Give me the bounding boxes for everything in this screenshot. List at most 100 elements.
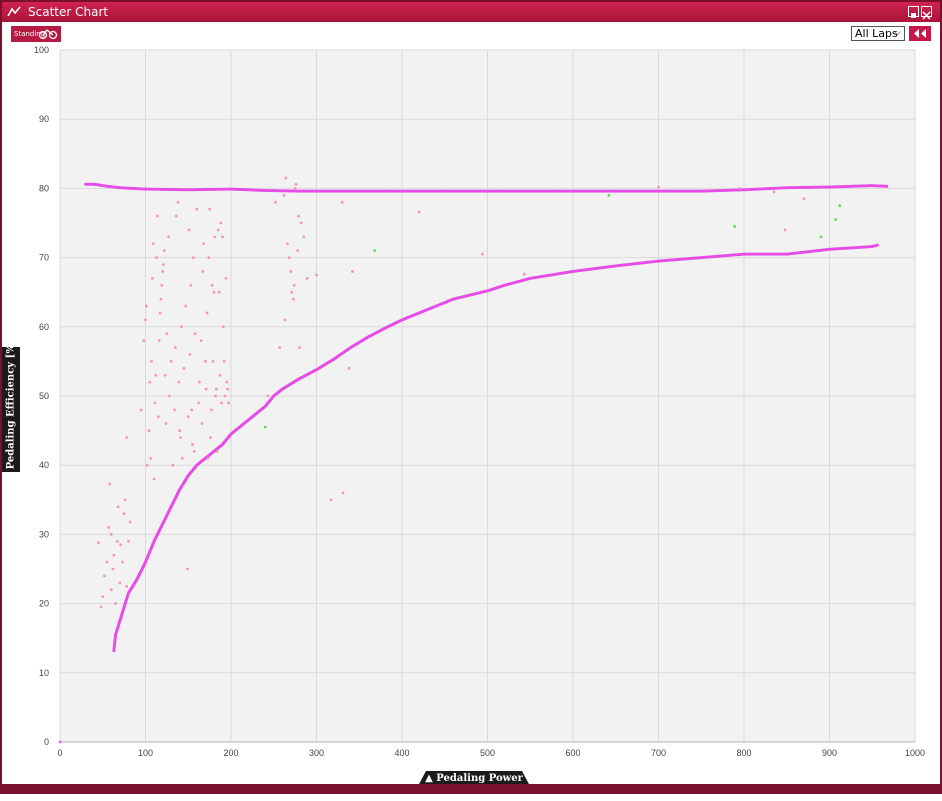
data-point [305,276,309,280]
data-point [219,221,223,225]
data-point [115,539,119,543]
data-point [223,394,227,398]
data-point [103,574,106,578]
x-tick-label: 800 [736,748,751,758]
data-point [293,187,297,190]
data-point [163,373,167,377]
data-point [156,415,160,419]
data-point [180,456,184,460]
data-point [289,270,293,273]
data-point [118,581,122,585]
data-point [139,408,143,412]
data-point [292,297,295,301]
data-point [298,346,301,349]
data-point [217,290,221,294]
data-point [162,249,166,253]
data-point [274,200,277,204]
data-point [266,394,270,398]
data-point [417,210,421,214]
data-point [211,360,215,363]
data-point [112,553,116,557]
data-point [227,401,230,405]
data-point [212,290,216,294]
data-point [203,360,207,363]
data-point [145,463,149,467]
data-point [329,498,333,502]
data-point [109,533,113,536]
data-point [607,193,611,197]
y-tick-label: 0 [44,737,49,747]
data-point [213,235,217,239]
data-point [116,505,120,509]
y-axis-metric-selector[interactable]: ▼ Pedaling Efficiency [%] [2,339,20,480]
data-point [210,283,214,287]
data-point [224,276,228,280]
y-tick-label: 30 [39,529,49,539]
data-point [184,304,188,308]
data-point [802,197,806,201]
data-point [169,360,173,363]
y-axis-label: ▼ Pedaling Efficiency [%] [5,338,17,481]
data-point [199,339,203,343]
data-point [885,184,889,188]
data-point [214,394,218,398]
data-point [191,443,194,446]
data-point [111,567,115,571]
data-point [292,283,296,287]
data-point [209,408,213,412]
data-point [294,182,298,186]
data-point [351,270,354,273]
data-point [290,290,294,294]
data-point [167,235,170,239]
data-point [168,394,171,398]
data-point [201,270,205,273]
data-point [221,325,225,329]
data-point [160,283,164,287]
data-point [128,520,132,524]
data-point [123,498,127,502]
data-point [772,190,776,194]
y-tick-label: 100 [34,45,49,55]
data-point [286,242,289,246]
y-tick-label: 70 [39,253,49,263]
data-point [296,249,300,253]
data-point [340,200,344,204]
data-point [179,436,182,439]
data-point [282,193,286,197]
data-point [195,207,199,211]
data-point [226,387,229,391]
scatter-chart: 0 100 200 300 400 500 600 700 800 900 1000 0 10 20 30 4… [34,45,925,758]
data-point [284,176,288,180]
data-point [205,311,209,315]
x-tick-label: 100 [138,748,153,758]
data-point [180,325,183,329]
data-point [107,526,111,529]
data-point [186,415,190,419]
data-point [99,605,103,609]
data-point [193,332,197,336]
data-point [733,225,736,228]
data-point [142,339,146,343]
data-point [156,214,159,218]
data-point [200,422,204,426]
y-tick-label: 80 [39,183,49,193]
data-point [185,567,189,571]
data-point [315,273,318,277]
data-point [155,256,159,259]
data-point [127,539,130,543]
data-point [522,272,526,276]
x-tick-label: 300 [309,748,324,758]
data-point [165,332,169,336]
data-point [341,491,345,495]
data-point [152,477,156,481]
data-point [173,408,176,412]
data-point [207,256,211,259]
x-tick-label: 1000 [905,748,925,758]
data-point [875,243,879,247]
data-point [373,249,377,253]
data-point [216,228,220,232]
y-tick-label: 90 [39,114,49,124]
data-point [58,740,62,744]
data-point [204,387,208,391]
data-point [202,242,206,246]
